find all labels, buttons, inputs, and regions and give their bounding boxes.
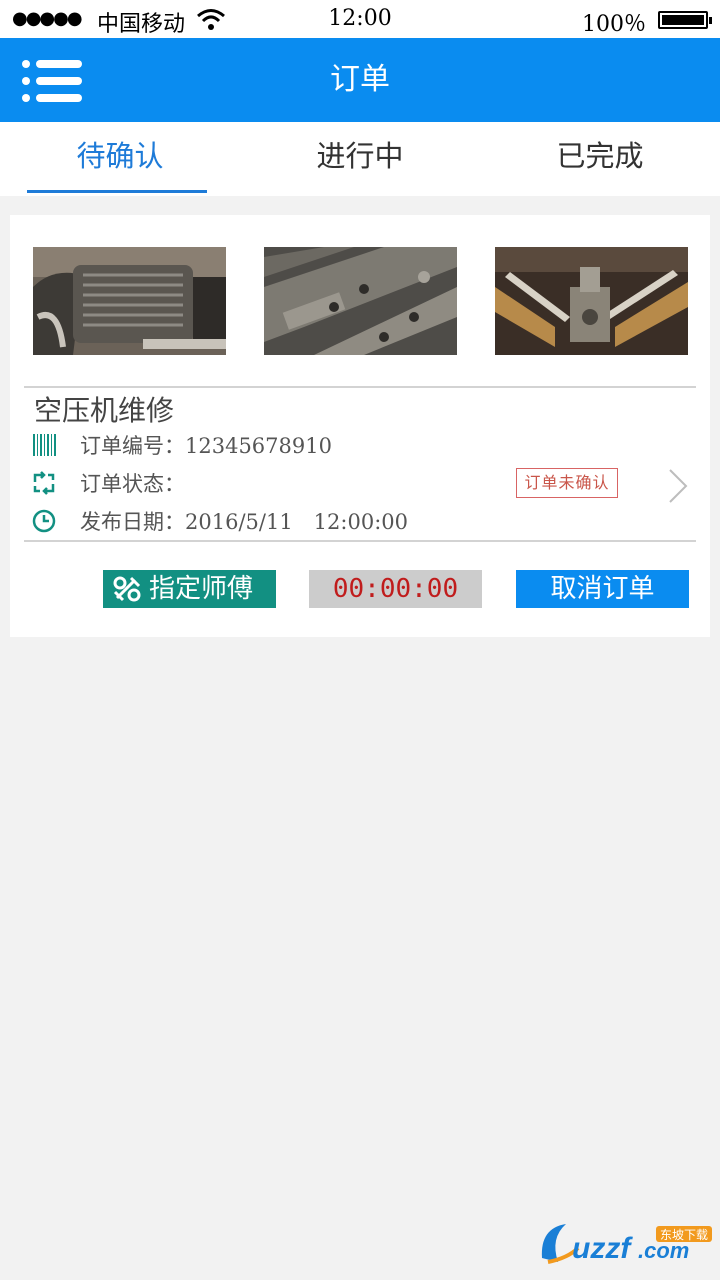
app-header: 订单 <box>0 38 720 122</box>
chevron-right-icon[interactable] <box>668 468 688 504</box>
order-photo-engine[interactable] <box>33 247 226 355</box>
active-tab-indicator <box>27 190 207 193</box>
assign-technician-button[interactable]: 指定师傅 <box>103 570 276 608</box>
uzzf-watermark-logo: uzzf .com 东坡下载 <box>541 1224 712 1265</box>
order-date: 发布日期：2016/5/11 12:00:00 <box>80 510 408 534</box>
tab-completed[interactable]: 已完成 <box>480 122 720 196</box>
status-bar: ●●●●● 中国移动 12:00 100％ <box>0 0 720 38</box>
order-tabs: 待确认 进行中 已完成 <box>0 122 720 196</box>
cancel-order-button[interactable]: 取消订单 <box>516 570 689 608</box>
order-card[interactable]: 空压机维修 订单编号：12345678910 订单状态： 订单未确认 发布日期：… <box>10 215 710 637</box>
tab-in-progress[interactable]: 进行中 <box>240 122 480 196</box>
order-number: 订单编号：12345678910 <box>80 434 332 458</box>
svg-text:东坡下载: 东坡下载 <box>660 1228 708 1242</box>
order-title: 空压机维修 <box>34 394 175 427</box>
clock-icon <box>32 509 56 533</box>
assign-technician-label: 指定师傅 <box>149 574 254 604</box>
wrench-icon <box>113 576 141 602</box>
order-status-label: 订单状态： <box>80 472 185 496</box>
refresh-icon <box>33 471 55 495</box>
page-title: 订单 <box>330 62 390 97</box>
tab-pending[interactable]: 待确认 <box>0 122 240 196</box>
svg-text:uzzf: uzzf <box>572 1232 633 1265</box>
order-photo-mechanism[interactable] <box>495 247 688 355</box>
menu-icon[interactable] <box>22 60 82 102</box>
card-divider-bottom <box>24 540 696 542</box>
battery-icon <box>658 11 712 29</box>
status-badge: 订单未确认 <box>516 468 618 498</box>
battery-percent: 100％ <box>582 12 646 37</box>
order-photo-rails[interactable] <box>264 247 457 355</box>
card-divider-top <box>24 386 696 388</box>
barcode-icon <box>33 434 56 456</box>
countdown-timer: 00:00:00 <box>309 570 482 608</box>
